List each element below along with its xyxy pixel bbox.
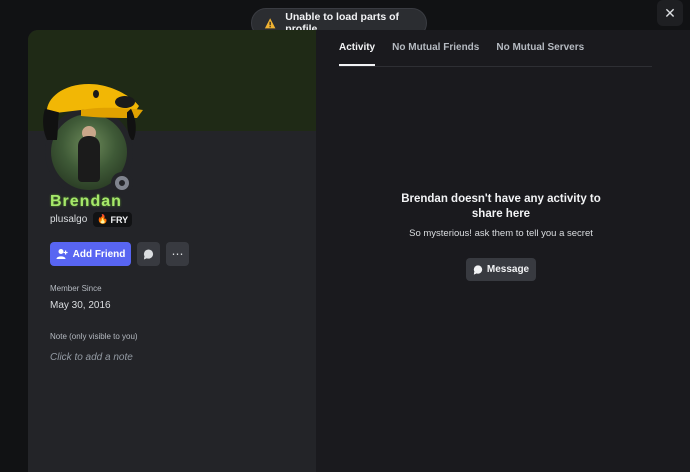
message-button-label: Message — [486, 264, 530, 275]
profile-left-panel: Brendan plusalgo 🔥 FRY Add Friend ⋯ Memb… — [28, 30, 316, 472]
note-input[interactable]: Click to add a note — [50, 352, 133, 363]
empty-activity-title: Brendan doesn't have any activity to sha… — [401, 193, 601, 220]
member-since-value: May 30, 2016 — [50, 300, 111, 311]
avatar-decoration-icon — [43, 84, 143, 140]
message-button[interactable] — [137, 242, 160, 266]
tab-mutual-friends[interactable]: No Mutual Friends — [392, 42, 479, 67]
more-options-button[interactable]: ⋯ — [166, 242, 189, 266]
profile-actions: Add Friend ⋯ — [50, 242, 189, 266]
empty-message-button[interactable]: Message — [466, 258, 536, 281]
guild-tag[interactable]: 🔥 FRY — [93, 212, 133, 227]
add-friend-label: Add Friend — [72, 248, 126, 260]
ellipsis-icon: ⋯ — [171, 247, 184, 261]
empty-activity-subtitle: So mysterious! ask them to tell you a se… — [409, 228, 593, 239]
warning-icon — [264, 17, 276, 28]
offline-status-icon — [111, 172, 133, 194]
close-button[interactable]: ✕ — [657, 0, 683, 26]
fire-icon: 🔥 — [97, 214, 109, 224]
add-friend-button[interactable]: Add Friend — [50, 242, 131, 266]
avatar-wrap[interactable] — [41, 80, 143, 196]
username-row: plusalgo 🔥 FRY — [50, 212, 133, 227]
username[interactable]: plusalgo — [50, 214, 87, 225]
tab-divider — [339, 66, 652, 67]
member-since-label: Member Since — [50, 284, 102, 293]
guild-tag-label: FRY — [110, 214, 129, 225]
profile-modal: Brendan plusalgo 🔥 FRY Add Friend ⋯ Memb… — [28, 30, 690, 472]
display-name: Brendan — [50, 193, 122, 210]
add-user-icon — [56, 249, 68, 259]
close-icon: ✕ — [664, 4, 676, 21]
note-label: Note (only visible to you) — [50, 332, 138, 341]
chat-bubble-icon — [473, 264, 483, 275]
chat-bubble-icon — [143, 248, 154, 260]
tab-activity[interactable]: Activity — [339, 42, 376, 67]
tab-mutual-servers[interactable]: No Mutual Servers — [496, 42, 584, 67]
avatar-person — [78, 136, 100, 182]
profile-tabs: Activity No Mutual Friends No Mutual Ser… — [339, 42, 584, 67]
